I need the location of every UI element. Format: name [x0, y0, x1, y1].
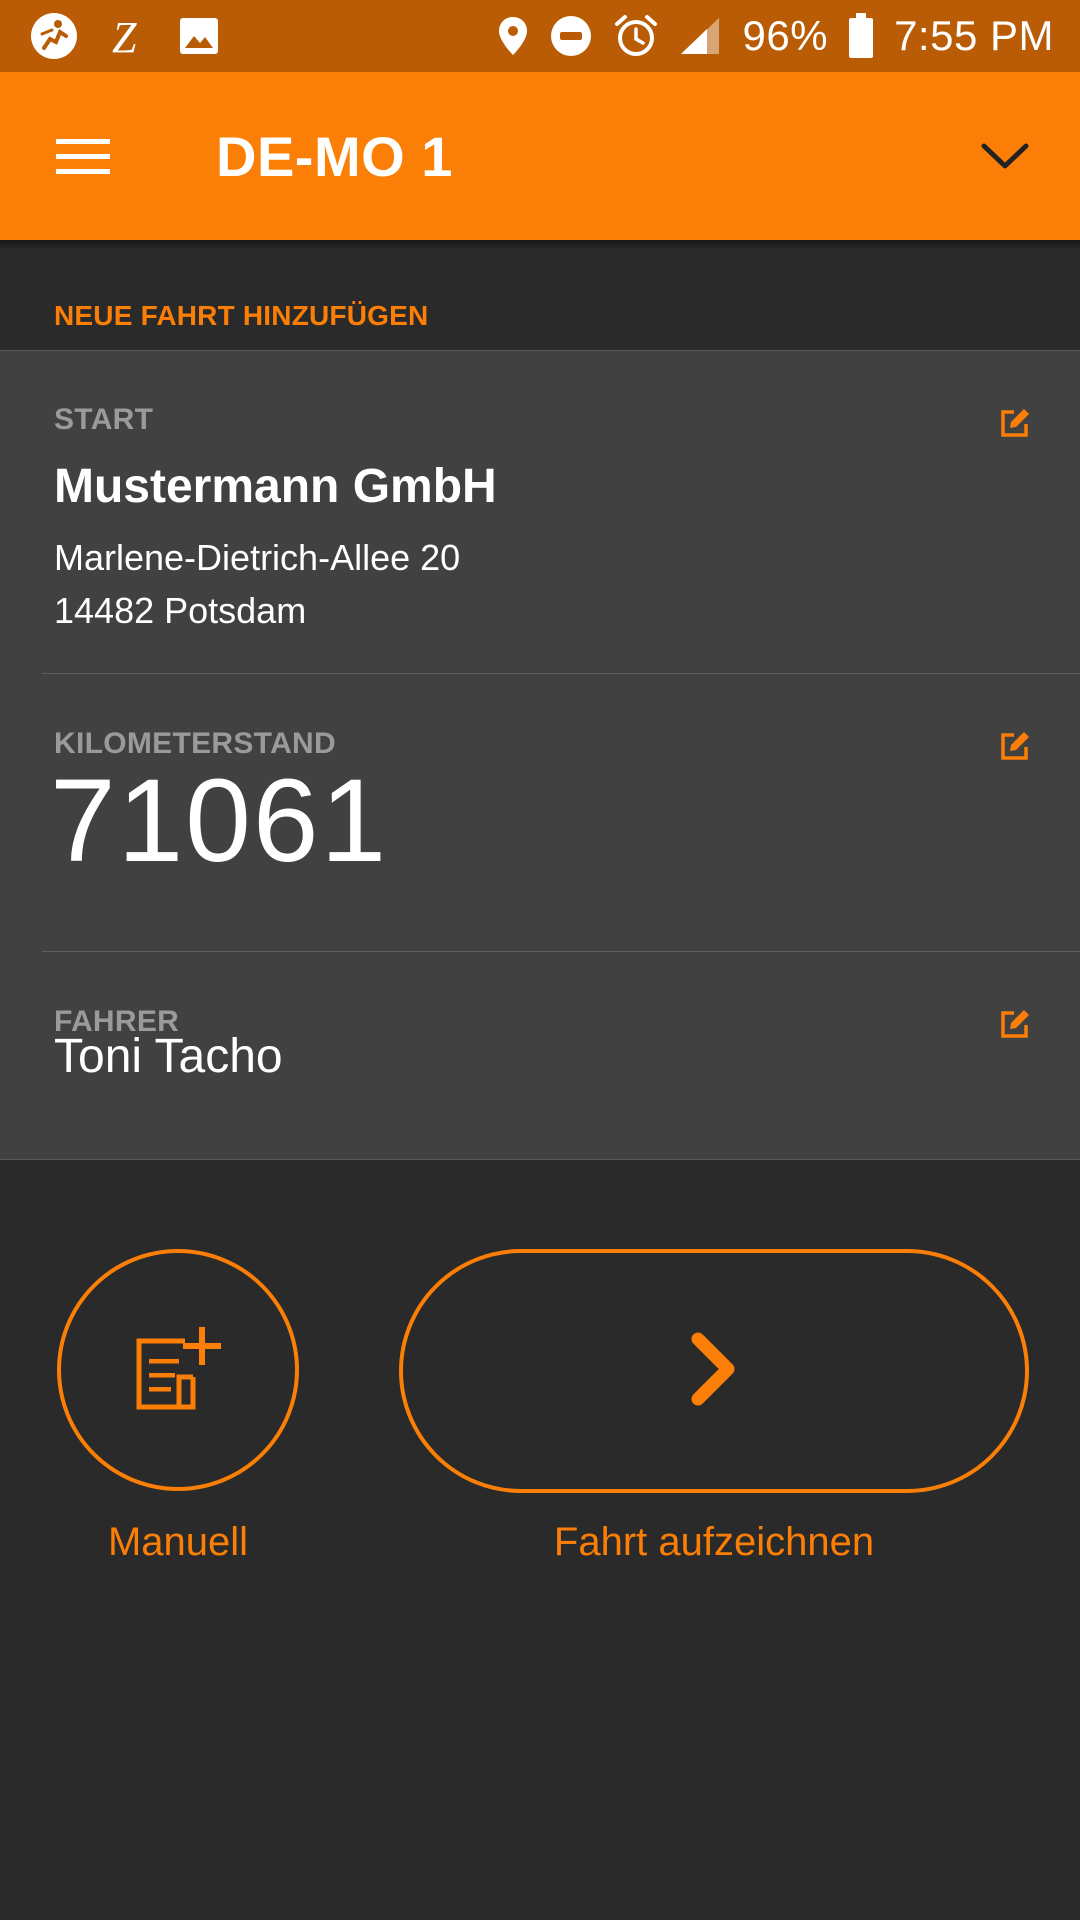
driver-row[interactable]: FAHRER Toni Tacho: [0, 951, 1080, 1159]
manual-button[interactable]: [57, 1249, 299, 1491]
chevron-right-icon: [684, 1329, 744, 1414]
driver-name: Toni Tacho: [54, 1030, 283, 1083]
section-title: NEUE FAHRT HINZUFÜGEN: [54, 300, 429, 331]
edit-icon[interactable]: [998, 729, 1032, 763]
do-not-disturb-icon: [549, 14, 593, 58]
battery-icon: [848, 13, 874, 59]
record-trip-button[interactable]: [399, 1249, 1029, 1493]
z-app-icon: Z: [108, 14, 148, 58]
start-company: Mustermann GmbH: [54, 460, 497, 513]
signal-icon: [679, 16, 723, 56]
app-bar-shadow: [0, 240, 1080, 250]
clock: 7:55 PM: [894, 12, 1054, 59]
status-bar: Z 96% 7:55 PM: [0, 0, 1080, 72]
start-street: Marlene-Dietrich-Allee 20: [54, 537, 461, 578]
start-city: 14482 Potsdam: [54, 590, 307, 631]
edit-icon[interactable]: [998, 406, 1032, 440]
alarm-icon: [613, 13, 659, 59]
hamburger-menu-icon[interactable]: [54, 132, 112, 182]
mileage-row[interactable]: KILOMETERSTAND 71061: [0, 673, 1080, 952]
svg-text:Z: Z: [112, 14, 137, 58]
start-label: START: [54, 403, 154, 436]
mileage-value: 71061: [50, 755, 389, 887]
gallery-icon: [178, 16, 220, 56]
record-trip-label[interactable]: Fahrt aufzeichnen: [399, 1520, 1029, 1565]
activity-app-icon: [30, 12, 78, 60]
location-icon: [497, 15, 529, 57]
chevron-down-icon[interactable]: [978, 132, 1032, 182]
edit-icon[interactable]: [998, 1007, 1032, 1041]
manual-label[interactable]: Manuell: [57, 1520, 299, 1565]
start-row[interactable]: START Mustermann GmbH Marlene-Dietrich-A…: [0, 351, 1080, 674]
battery-percentage: 96%: [742, 12, 829, 59]
app-bar: DE-MO 1: [0, 72, 1080, 240]
add-note-icon: [133, 1323, 223, 1418]
vehicle-title[interactable]: DE-MO 1: [216, 124, 453, 189]
trip-details-card: START Mustermann GmbH Marlene-Dietrich-A…: [0, 350, 1080, 1160]
